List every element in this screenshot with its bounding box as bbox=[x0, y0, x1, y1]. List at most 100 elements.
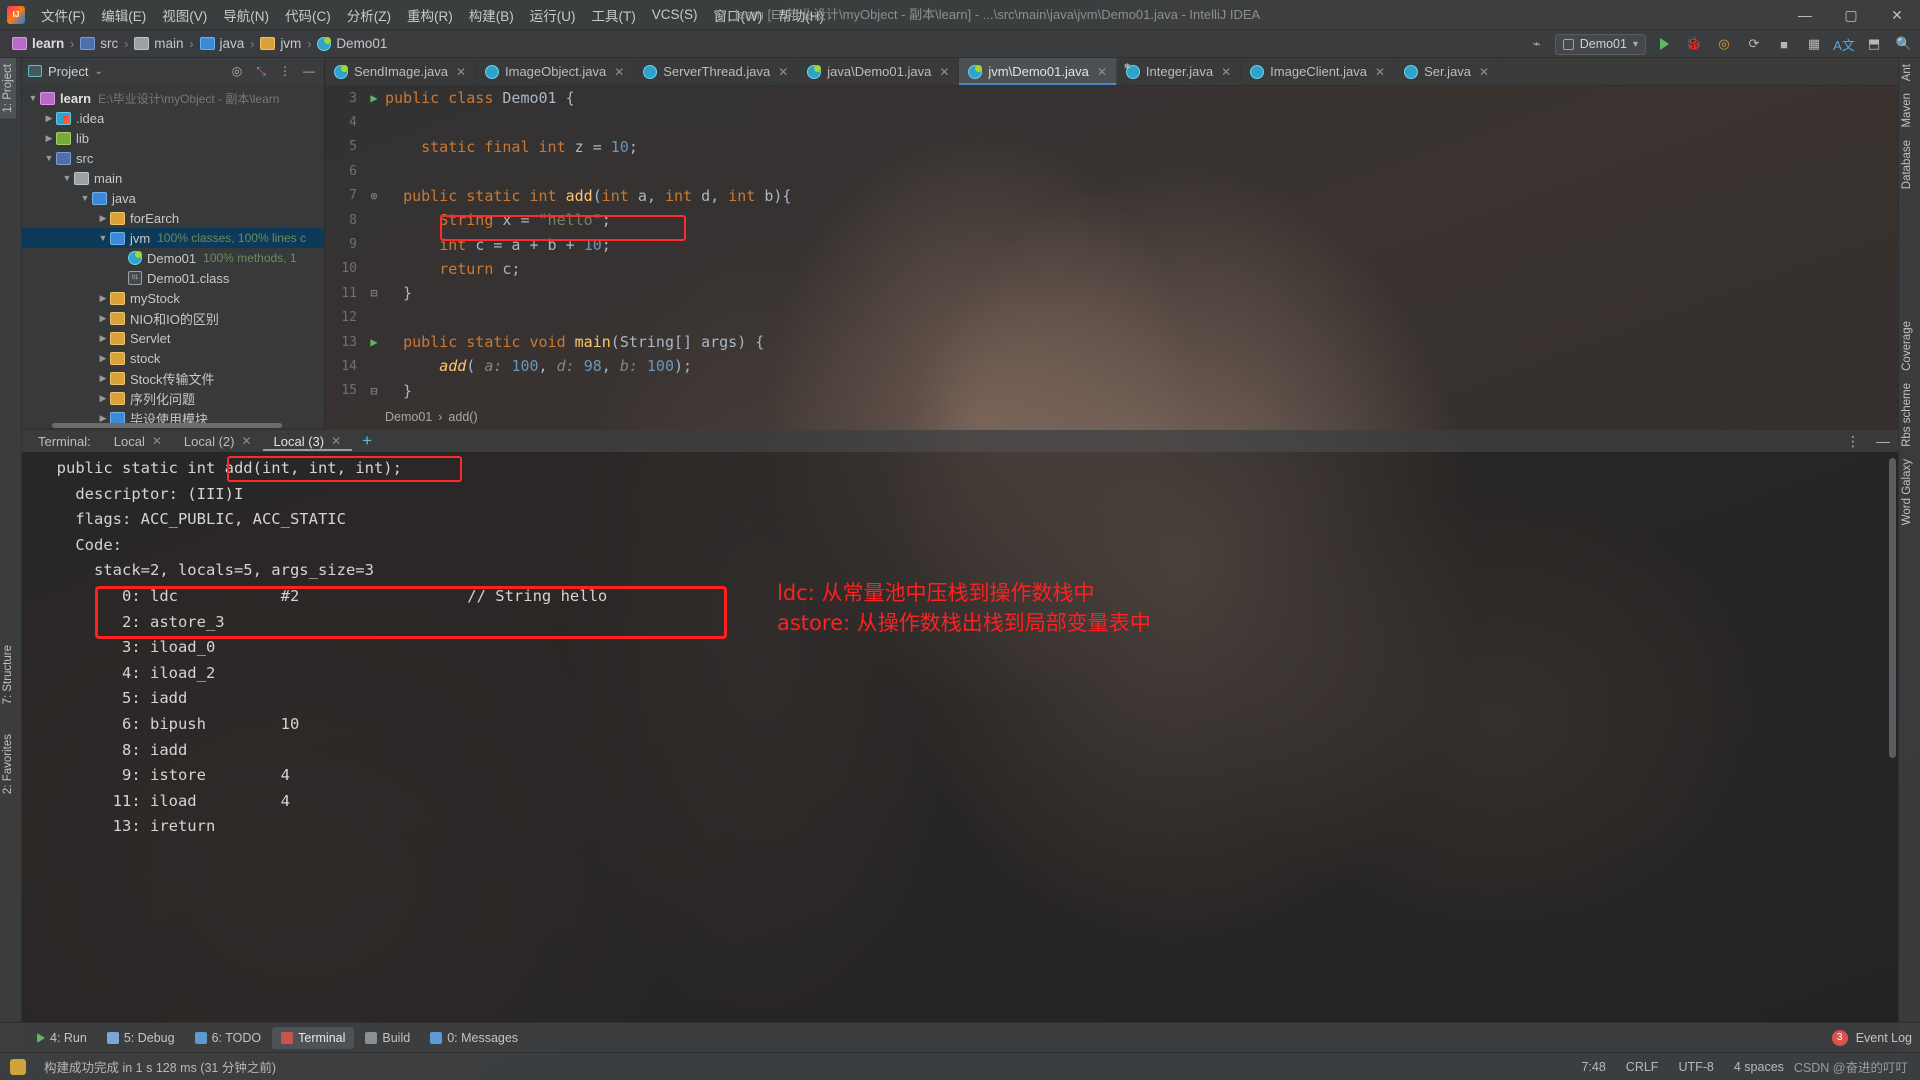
editor-line[interactable]: 9 int c = a + b + 10; bbox=[325, 232, 1898, 256]
close-icon[interactable]: ✕ bbox=[331, 434, 341, 448]
translate-icon[interactable]: A文 bbox=[1832, 33, 1856, 55]
tree-horizontal-scrollbar[interactable] bbox=[52, 423, 282, 428]
tree-item-jvm[interactable]: ▼ jvm 100% classes, 100% lines c bbox=[22, 228, 324, 248]
tree-item-demo01-class[interactable]: Demo01.class bbox=[22, 268, 324, 288]
breadcrumb-main[interactable]: main bbox=[130, 34, 187, 53]
breadcrumb-src[interactable]: src bbox=[76, 34, 122, 53]
search-icon[interactable]: 🔍 bbox=[1892, 33, 1916, 55]
run-gutter-icon[interactable]: ▶ bbox=[363, 91, 385, 105]
close-icon[interactable]: ✕ bbox=[778, 65, 788, 79]
expand-arrow-icon[interactable]: ▼ bbox=[26, 93, 40, 103]
line-separator[interactable]: CRLF bbox=[1616, 1060, 1669, 1074]
editor-line[interactable]: 12 bbox=[325, 306, 1898, 330]
tab-ser-java[interactable]: Ser.java ✕ bbox=[1395, 58, 1500, 85]
expand-arrow-icon[interactable]: ▶ bbox=[42, 133, 56, 144]
tree-item-learn[interactable]: ▼ learn E:\毕业设计\myObject - 副本\learn bbox=[22, 88, 324, 108]
menu-analyze[interactable]: 分析(Z) bbox=[339, 1, 399, 29]
tree-item-src[interactable]: ▼ src bbox=[22, 148, 324, 168]
expand-arrow-icon[interactable]: ▶ bbox=[96, 213, 110, 224]
tree-item-serialization[interactable]: ▶ 序列化问题 bbox=[22, 388, 324, 408]
expand-arrow-icon[interactable]: ▶ bbox=[96, 413, 110, 424]
close-icon[interactable]: ✕ bbox=[1097, 65, 1107, 79]
tree-item-idea[interactable]: ▶ .idea bbox=[22, 108, 324, 128]
editor-line[interactable]: 3 ▶ public class Demo01 { bbox=[325, 86, 1898, 110]
terminal-output[interactable]: public static int add(int, int, int); de… bbox=[22, 452, 1898, 1022]
run-configuration-selector[interactable]: Demo01 ▾ bbox=[1554, 33, 1646, 55]
indent-setting[interactable]: 4 spaces bbox=[1724, 1060, 1794, 1074]
expand-arrow-icon[interactable]: ▼ bbox=[96, 233, 110, 243]
tree-item-stock[interactable]: ▶ stock bbox=[22, 348, 324, 368]
close-icon[interactable]: ✕ bbox=[1221, 65, 1231, 79]
rail-item-ant[interactable]: Ant bbox=[1899, 58, 1915, 87]
bottom-item-todo[interactable]: 6: TODO bbox=[186, 1027, 271, 1049]
breadcrumb-learn[interactable]: learn bbox=[8, 34, 68, 53]
rail-item-favorites[interactable]: 2: Favorites bbox=[0, 728, 16, 800]
debug-icon[interactable]: 🐞 bbox=[1682, 33, 1706, 55]
editor-line[interactable]: 7 ⊕ public static int add(int a, int d, … bbox=[325, 184, 1898, 208]
terminal-tab-local-2[interactable]: Local (2) ✕ bbox=[173, 432, 263, 451]
tab-imageclient-java[interactable]: ImageClient.java ✕ bbox=[1241, 58, 1396, 85]
rail-item-database[interactable]: Database bbox=[1899, 134, 1915, 195]
editor-line[interactable]: 5 static final int z = 10; bbox=[325, 135, 1898, 159]
tab-sendimage-java[interactable]: SendImage.java ✕ bbox=[325, 58, 477, 85]
hide-panel-icon[interactable]: — bbox=[300, 62, 318, 80]
menu-refactor[interactable]: 重构(R) bbox=[399, 1, 461, 29]
rail-item-structure[interactable]: 7: Structure bbox=[0, 639, 16, 710]
collapse-all-icon[interactable]: ⤡ bbox=[252, 62, 270, 80]
editor-line[interactable]: 4 bbox=[325, 110, 1898, 134]
tree-item-demo01[interactable]: Demo01 100% methods, 1 bbox=[22, 248, 324, 268]
terminal-tab-local-3[interactable]: Local (3) ✕ bbox=[263, 432, 353, 451]
bottom-item-build[interactable]: Build bbox=[356, 1027, 419, 1049]
editor-line-highlighted[interactable]: 8 String x = "hello"; bbox=[325, 208, 1898, 232]
editor-line[interactable]: 11 ⊟ } bbox=[325, 281, 1898, 305]
minimize-button[interactable]: — bbox=[1782, 0, 1828, 30]
bottom-item-terminal[interactable]: Terminal bbox=[272, 1026, 355, 1049]
tree-item-lib[interactable]: ▶ lib bbox=[22, 128, 324, 148]
breadcrumb-class[interactable]: Demo01 bbox=[385, 410, 432, 424]
maximize-button[interactable]: ▢ bbox=[1828, 0, 1874, 30]
terminal-options-icon[interactable]: ⋮ bbox=[1838, 433, 1868, 450]
editor-line[interactable]: 10 return c; bbox=[325, 257, 1898, 281]
menu-code[interactable]: 代码(C) bbox=[277, 1, 339, 29]
close-icon[interactable]: ✕ bbox=[1479, 65, 1489, 79]
expand-arrow-icon[interactable]: ▶ bbox=[96, 293, 110, 304]
tree-item-mystock[interactable]: ▶ myStock bbox=[22, 288, 324, 308]
menu-edit[interactable]: 编辑(E) bbox=[93, 1, 154, 29]
event-log-label[interactable]: Event Log bbox=[1856, 1031, 1912, 1045]
breadcrumb-jvm[interactable]: jvm bbox=[256, 34, 305, 53]
fold-icon[interactable]: ⊕ bbox=[363, 189, 385, 203]
terminal-scrollbar[interactable] bbox=[1889, 458, 1896, 758]
rail-item-maven[interactable]: Maven bbox=[1899, 87, 1915, 134]
tree-item-java[interactable]: ▼ java bbox=[22, 188, 324, 208]
stop-icon[interactable]: ■ bbox=[1772, 33, 1796, 55]
expand-arrow-icon[interactable]: ▼ bbox=[60, 173, 74, 183]
options-icon[interactable]: ⋮ bbox=[276, 62, 294, 80]
editor-line[interactable]: 15 ⊟ } bbox=[325, 379, 1898, 403]
breadcrumb-java[interactable]: java bbox=[196, 34, 249, 53]
menu-navigate[interactable]: 导航(N) bbox=[215, 1, 277, 29]
tree-item-nio-io[interactable]: ▶ NIO和IO的区别 bbox=[22, 308, 324, 328]
updates-icon[interactable]: ⬒ bbox=[1862, 33, 1886, 55]
editor-line[interactable]: 13 ▶ public static void main(String[] ar… bbox=[325, 330, 1898, 354]
terminal-tab-local[interactable]: Local ✕ bbox=[103, 432, 173, 451]
tree-item-main[interactable]: ▼ main bbox=[22, 168, 324, 188]
editor-line[interactable]: 6 bbox=[325, 159, 1898, 183]
close-icon[interactable]: ✕ bbox=[241, 434, 251, 448]
menu-run[interactable]: 运行(U) bbox=[522, 1, 584, 29]
expand-arrow-icon[interactable]: ▶ bbox=[42, 113, 56, 124]
layout-icon[interactable]: ▦ bbox=[1802, 33, 1826, 55]
new-terminal-tab-button[interactable]: + bbox=[352, 431, 382, 451]
code-editor[interactable]: 3 ▶ public class Demo01 { 4 5 static fin… bbox=[325, 86, 1898, 406]
scroll-from-source-icon[interactable]: ◎ bbox=[228, 62, 246, 80]
close-icon[interactable]: ✕ bbox=[614, 65, 624, 79]
menu-tools[interactable]: 工具(T) bbox=[584, 1, 644, 29]
run-gutter-icon[interactable]: ▶ bbox=[363, 335, 385, 349]
tree-item-servlet[interactable]: ▶ Servlet bbox=[22, 328, 324, 348]
tab-integer-java[interactable]: Integer.java ✕ bbox=[1117, 58, 1242, 85]
editor-line[interactable]: 14 add( a: 100, d: 98, b: 100); bbox=[325, 354, 1898, 378]
expand-arrow-icon[interactable]: ▶ bbox=[96, 393, 110, 404]
search-everywhere-icon[interactable]: ⌁ bbox=[1525, 33, 1549, 55]
bottom-item-run[interactable]: 4: Run bbox=[28, 1027, 96, 1049]
rail-item-word-galaxy[interactable]: Word Galaxy bbox=[1899, 453, 1915, 531]
close-icon[interactable]: ✕ bbox=[456, 65, 466, 79]
